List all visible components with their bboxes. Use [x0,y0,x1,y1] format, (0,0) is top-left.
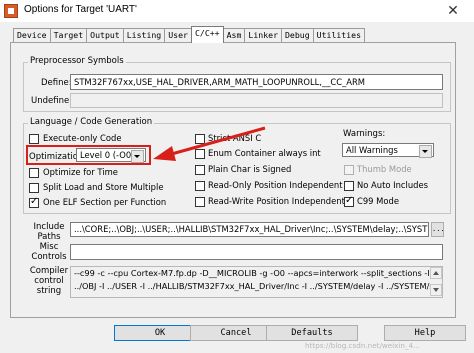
help-button[interactable]: Help [384,325,466,341]
misc-label-line2: Controls [31,252,67,262]
tab-listing[interactable]: Listing [122,28,166,43]
chevron-down-icon[interactable] [131,150,144,163]
rw-pi-checkbox[interactable] [195,197,205,207]
c99-mode-label: C99 Mode [357,196,399,206]
misc-controls-input[interactable] [70,244,443,260]
no-auto-includes-label: No Auto Includes [357,180,429,190]
tab-asm[interactable]: Asm [222,28,246,43]
warnings-label: Warnings: [343,129,386,139]
execute-only-checkbox[interactable] [29,134,39,144]
undefine-label: Undefine: [31,96,73,106]
include-paths-label: Include Paths [33,222,65,242]
no-auto-includes-checkbox[interactable] [344,181,354,191]
scroll-down-button[interactable] [430,284,442,296]
c99-mode-checkbox[interactable] [344,195,354,207]
optimize-time-label: Optimize for Time [43,167,118,177]
compiler-label-line1: Compiler [29,266,69,276]
tab-target[interactable]: Target [49,28,88,43]
tab-strip: Device Target Output Listing User C/C++ … [13,26,366,43]
undefine-input[interactable] [70,93,443,108]
title-bar: Options for Target 'UART' ✕ [0,0,474,22]
annotation-arrow-icon [153,126,266,161]
tab-user[interactable]: User [164,28,192,43]
optimization-value: Level 0 (-O0) [80,150,135,160]
plain-char-checkbox[interactable] [195,165,205,175]
rw-pi-label: Read-Write Position Independent [208,196,345,206]
warnings-value: All Warnings [346,145,398,155]
warnings-select[interactable]: All Warnings [342,143,434,158]
include-browse-button[interactable]: ... [431,222,445,237]
one-elf-label: One ELF Section per Function [43,197,167,207]
ro-pi-checkbox[interactable] [195,181,205,191]
app-icon [4,4,18,18]
tab-linker[interactable]: Linker [244,28,282,43]
include-label-line2: Paths [37,232,61,242]
compiler-line-2: ../OBJ -I ../USER -I ../HALLIB/STM32F7xx… [74,281,443,291]
optimize-time-checkbox[interactable] [29,168,39,178]
chevron-down-icon[interactable] [419,145,432,158]
define-label: Define: [41,78,72,88]
thumb-mode-label: Thumb Mode [357,164,412,174]
close-icon[interactable]: ✕ [436,2,470,20]
misc-label-line1: Misc [39,242,59,252]
execute-only-label: Execute-only Code [43,133,122,143]
tab-c-cpp[interactable]: C/C++ [190,26,224,43]
compiler-label-line3: string [36,286,62,296]
tab-utilities[interactable]: Utilities [312,28,366,43]
plain-char-label: Plain Char is Signed [208,164,292,174]
one-elf-checkbox[interactable] [29,196,39,208]
ro-pi-label: Read-Only Position Independent [208,180,343,190]
split-load-checkbox[interactable] [29,183,39,193]
optimization-select[interactable]: Level 0 (-O0) [76,148,146,163]
scroll-up-button[interactable] [430,267,442,279]
defaults-button[interactable]: Defaults [266,325,358,341]
watermark-text: https://blog.csdn.net/weixin_4... [305,341,421,350]
compiler-control-label: Compiler control string [28,266,70,296]
tab-output[interactable]: Output [86,28,124,43]
chevron-down-icon [433,288,439,292]
split-load-label: Split Load and Store Multiple [43,182,164,192]
define-input[interactable]: STM32F767xx,USE_HAL_DRIVER,ARM_MATH_LOOP… [70,74,443,90]
include-paths-input[interactable]: ...\CORE;..\OBJ;..\USER;..\HALLIB\STM32F… [70,222,429,237]
compiler-line-1: --c99 -c --cpu Cortex-M7.fp.dp -D__MICRO… [74,268,443,278]
tab-device[interactable]: Device [13,28,51,43]
tab-debug[interactable]: Debug [281,28,314,43]
language-legend: Language / Code Generation [28,117,155,127]
thumb-mode-checkbox [344,165,354,175]
chevron-up-icon [433,271,439,275]
include-label-line1: Include [33,222,65,232]
compiler-control-string: --c99 -c --cpu Cortex-M7.fp.dp -D__MICRO… [70,266,443,298]
preprocessor-legend: Preprocessor Symbols [28,56,126,66]
compiler-label-line2: control [34,276,64,286]
misc-controls-label: Misc Controls [30,242,68,262]
window-title: Options for Target 'UART' [24,4,137,15]
